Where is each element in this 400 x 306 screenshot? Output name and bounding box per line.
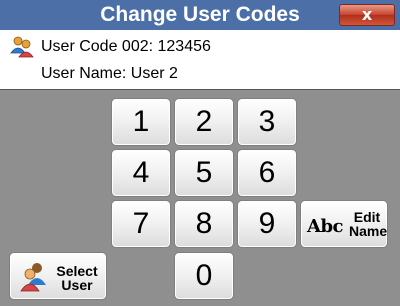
key-0[interactable]: 0	[174, 252, 234, 300]
key-7[interactable]: 7	[111, 200, 171, 248]
user-code-text: User Code 002: 123456	[41, 38, 211, 55]
title-bar: Change User Codes x	[0, 0, 400, 30]
select-user-button[interactable]: Select User	[9, 252, 107, 300]
user-info-panel: User Code 002: 123456 User Name: User 2	[0, 30, 400, 90]
abc-text-icon: Abc	[307, 216, 344, 237]
key-5[interactable]: 5	[174, 149, 234, 197]
edit-name-label-line1: Edit	[353, 209, 381, 225]
key-1[interactable]: 1	[111, 98, 171, 146]
edit-name-button[interactable]: Abc Edit Name	[300, 200, 388, 248]
change-user-codes-window: Change User Codes x User Code 002: 12345…	[0, 0, 400, 306]
edit-name-label-line2: Name	[349, 223, 388, 239]
key-2[interactable]: 2	[174, 98, 234, 146]
close-button[interactable]: x	[339, 4, 395, 26]
key-9[interactable]: 9	[237, 200, 297, 248]
key-8[interactable]: 8	[174, 200, 234, 248]
user-name-text: User Name: User 2	[41, 65, 178, 82]
select-user-label-line2: User	[61, 277, 93, 293]
key-4[interactable]: 4	[111, 149, 171, 197]
users-icon	[10, 36, 34, 58]
key-3[interactable]: 3	[237, 98, 297, 146]
key-6[interactable]: 6	[237, 149, 297, 197]
select-user-label-line1: Select	[56, 263, 98, 279]
select-user-icon	[20, 263, 46, 292]
